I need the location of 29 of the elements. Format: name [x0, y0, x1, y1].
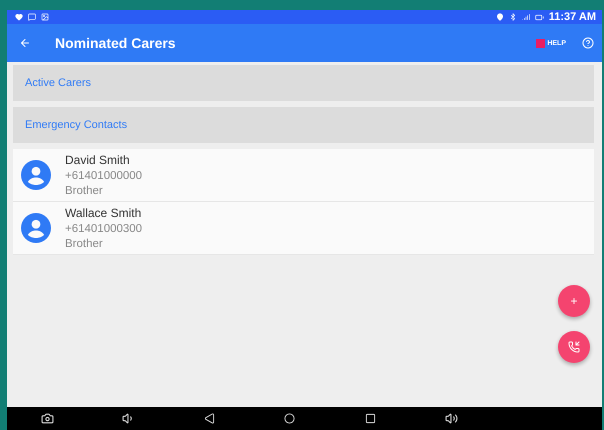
contact-phone: +61401000300 [65, 223, 142, 235]
add-button[interactable]: + [558, 285, 590, 317]
message-icon [28, 13, 36, 21]
contact-name: David Smith [65, 153, 131, 167]
clock-time: 11:37 AM [548, 11, 596, 23]
home-icon[interactable] [284, 413, 296, 424]
signal-icon [522, 13, 530, 21]
image-icon [41, 13, 49, 21]
contact-relation: Brother [65, 238, 104, 250]
volume-down-icon[interactable] [122, 412, 135, 425]
section-header[interactable]: Active Carers [13, 65, 594, 101]
contact-phone: +61401000000 [65, 170, 142, 182]
volume-up-icon[interactable] [445, 412, 458, 425]
location-icon [496, 13, 504, 21]
person-icon [21, 160, 51, 190]
battery-icon [534, 12, 544, 22]
contact-name: Wallace Smith [65, 206, 142, 220]
recents-icon[interactable] [365, 413, 376, 424]
heart-icon [15, 13, 23, 21]
bluetooth-icon [508, 13, 517, 21]
phone-icon [568, 341, 580, 353]
back-icon[interactable] [204, 413, 215, 424]
call-button[interactable] [558, 331, 590, 363]
contact-relation: Brother [65, 185, 104, 197]
screenshot-icon[interactable] [40, 412, 54, 425]
section-header[interactable]: Emergency Contacts [13, 107, 594, 143]
person-icon [21, 213, 51, 243]
screen-title: Nominated Carers [55, 35, 177, 51]
help-icon[interactable] [582, 37, 594, 49]
